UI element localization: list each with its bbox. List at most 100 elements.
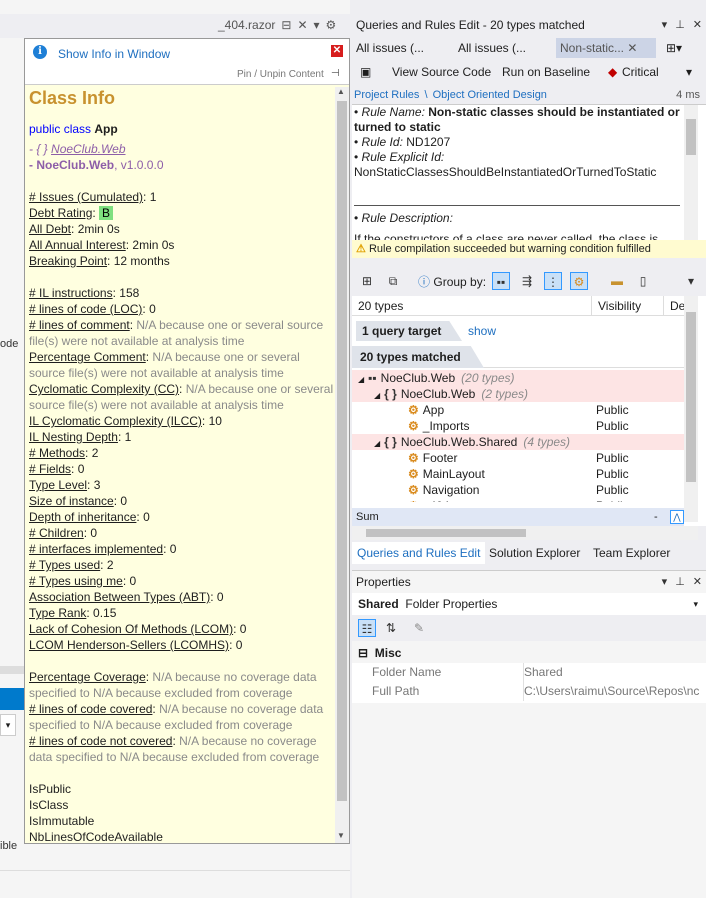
grid-scrollbar[interactable]: [684, 296, 698, 522]
folder-icon[interactable]: ▬: [608, 272, 626, 290]
chevron-down-icon[interactable]: ▾: [314, 18, 320, 32]
alphabetical-icon[interactable]: ⇅: [382, 619, 400, 637]
export-icon[interactable]: ⊞: [358, 272, 376, 290]
metric-label[interactable]: # Types using me: [29, 574, 123, 588]
tree-row[interactable]: ⚙ App Public: [352, 402, 684, 418]
tree-row[interactable]: ◢ ▪▪ NoeClub.Web (20 types): [352, 370, 684, 386]
view-source-button[interactable]: View Source Code: [392, 65, 491, 79]
tab-team-explorer[interactable]: Team Explorer: [588, 542, 675, 564]
save-icon[interactable]: ▣: [360, 65, 371, 79]
metric-label[interactable]: Cyclomatic Complexity (CC): [29, 382, 179, 396]
metric-label[interactable]: # Fields: [29, 462, 71, 476]
metric-label[interactable]: Association Between Types (ABT): [29, 590, 210, 604]
metric-label[interactable]: Percentage Coverage: [29, 670, 146, 684]
metric-label[interactable]: # Children: [29, 526, 84, 540]
document-icon[interactable]: ▯: [634, 272, 652, 290]
new-tab-icon[interactable]: ⊞▾: [662, 38, 686, 58]
metric-label[interactable]: # Methods: [29, 446, 85, 460]
tab-all-issues-2[interactable]: All issues (...: [454, 38, 530, 58]
info-scrollbar[interactable]: ▲ ▼: [335, 87, 349, 843]
scroll-thumb[interactable]: [366, 529, 526, 537]
close-icon[interactable]: ✕: [627, 41, 637, 55]
expand-toggle-icon[interactable]: ◢: [374, 391, 380, 400]
expand-toggle-icon[interactable]: ◢: [374, 439, 380, 448]
gear-icon[interactable]: ⚙: [326, 18, 337, 32]
tab-all-issues-1[interactable]: All issues (...: [352, 38, 428, 58]
scroll-thumb[interactable]: [686, 312, 696, 482]
metric-label[interactable]: Depth of inheritance: [29, 510, 136, 524]
copy-icon[interactable]: ⧉: [384, 272, 402, 290]
tab-queries-rules-edit[interactable]: Queries and Rules Edit: [352, 542, 486, 564]
pin-icon[interactable]: ⊥: [675, 576, 685, 588]
chevron-down-icon[interactable]: ▾: [662, 576, 668, 588]
show-link[interactable]: show: [468, 324, 496, 338]
col-types[interactable]: 20 types: [352, 296, 592, 316]
metric-label[interactable]: # lines of comment: [29, 318, 130, 332]
tree-row[interactable]: ⚙ Navigation Public: [352, 482, 684, 498]
tree-row[interactable]: ◢ { } NoeClub.Web (2 types): [352, 386, 684, 402]
metric-label[interactable]: Size of instance: [29, 494, 114, 508]
critical-toggle[interactable]: Critical: [622, 65, 659, 79]
metric-label[interactable]: # Issues (Cumulated): [29, 190, 143, 204]
editor-tab[interactable]: _404.razor ⊟ ✕ ▾ ⚙: [200, 18, 350, 32]
chevron-down-icon[interactable]: ▾: [662, 19, 668, 31]
metric-label[interactable]: # interfaces implemented: [29, 542, 163, 556]
tree-row[interactable]: ⚙ _404 Public: [352, 498, 684, 502]
categorized-icon[interactable]: ☷: [358, 619, 376, 637]
metric-label[interactable]: Percentage Comment: [29, 350, 146, 364]
object-selector[interactable]: Shared Folder Properties ▾: [352, 593, 706, 615]
metric-label[interactable]: # lines of code covered: [29, 702, 152, 716]
metric-label[interactable]: # Types used: [29, 558, 100, 572]
rule-description-box[interactable]: • Rule Name: Non-static classes should b…: [352, 104, 706, 246]
metric-label[interactable]: LCOM Henderson-Sellers (LCOMHS): [29, 638, 229, 652]
metric-label[interactable]: All Debt: [29, 222, 71, 236]
metric-label[interactable]: Type Level: [29, 478, 87, 492]
tab-non-static[interactable]: Non-static... ✕: [556, 38, 656, 58]
chevron-down-icon[interactable]: ▾: [693, 593, 698, 615]
ns-link[interactable]: NoeClub.Web: [51, 142, 125, 156]
scroll-down-icon[interactable]: ▼: [337, 831, 345, 840]
property-row[interactable]: Full Path C:\Users\raimu\Source\Repos\nc: [352, 682, 706, 701]
metric-label[interactable]: Type Rank: [29, 606, 86, 620]
editor-dropdown[interactable]: ▾: [0, 714, 16, 736]
ood-link[interactable]: Object Oriented Design: [431, 89, 547, 101]
tree-row[interactable]: ⚙ _Imports Public: [352, 418, 684, 434]
collapse-icon[interactable]: ⊟: [358, 646, 368, 660]
close-icon[interactable]: ✕: [693, 19, 702, 31]
run-baseline-button[interactable]: Run on Baseline: [502, 65, 590, 79]
property-row[interactable]: Folder Name Shared: [352, 663, 706, 682]
metric-label[interactable]: IL Nesting Depth: [29, 430, 118, 444]
pin-icon[interactable]: ⊣: [331, 68, 340, 79]
category-misc[interactable]: ⊟ Misc: [352, 643, 706, 663]
metric-label[interactable]: Lack of Cohesion Of Methods (LCOM): [29, 622, 233, 636]
metric-label[interactable]: All Annual Interest: [29, 238, 126, 252]
scroll-thumb[interactable]: [337, 101, 347, 801]
asm-link[interactable]: NoeClub.Web: [36, 158, 114, 172]
toolbar-overflow-icon[interactable]: ▾: [686, 65, 692, 79]
metric-label[interactable]: Debt Rating: [29, 206, 92, 220]
metric-label[interactable]: Breaking Point: [29, 254, 107, 268]
metric-label[interactable]: # IL instructions: [29, 286, 113, 300]
col-visibility[interactable]: Visibility: [592, 296, 664, 316]
group-type-icon[interactable]: ⋮: [544, 272, 562, 290]
show-info-in-window-link[interactable]: Show Info in Window: [58, 47, 170, 61]
scroll-thumb[interactable]: [686, 119, 696, 155]
overflow-icon[interactable]: ▾: [682, 272, 700, 290]
scroll-up-icon[interactable]: ▲: [337, 87, 345, 96]
metric-label[interactable]: # lines of code not covered: [29, 734, 172, 748]
expand-toggle-icon[interactable]: ◢: [358, 375, 364, 384]
project-rules-link[interactable]: Project Rules: [352, 89, 419, 101]
metric-label[interactable]: IL Cyclomatic Complexity (ILCC): [29, 414, 202, 428]
group-assembly-icon[interactable]: ▪▪: [492, 272, 510, 290]
group-namespace-icon[interactable]: ⇶: [518, 272, 536, 290]
group-class-icon[interactable]: ⚙: [570, 272, 588, 290]
close-icon[interactable]: ✕: [297, 18, 307, 32]
tree-row[interactable]: ⚙ MainLayout Public: [352, 466, 684, 482]
pin-icon[interactable]: ⊥: [675, 19, 685, 31]
close-icon[interactable]: ✕: [331, 45, 343, 57]
collapse-icon[interactable]: ⋀: [670, 510, 684, 524]
tree-row[interactable]: ⚙ Footer Public: [352, 450, 684, 466]
col-de[interactable]: De: [664, 296, 685, 316]
pin-icon[interactable]: ⊟: [281, 18, 291, 32]
tree-row[interactable]: ◢ { } NoeClub.Web.Shared (4 types): [352, 434, 684, 450]
